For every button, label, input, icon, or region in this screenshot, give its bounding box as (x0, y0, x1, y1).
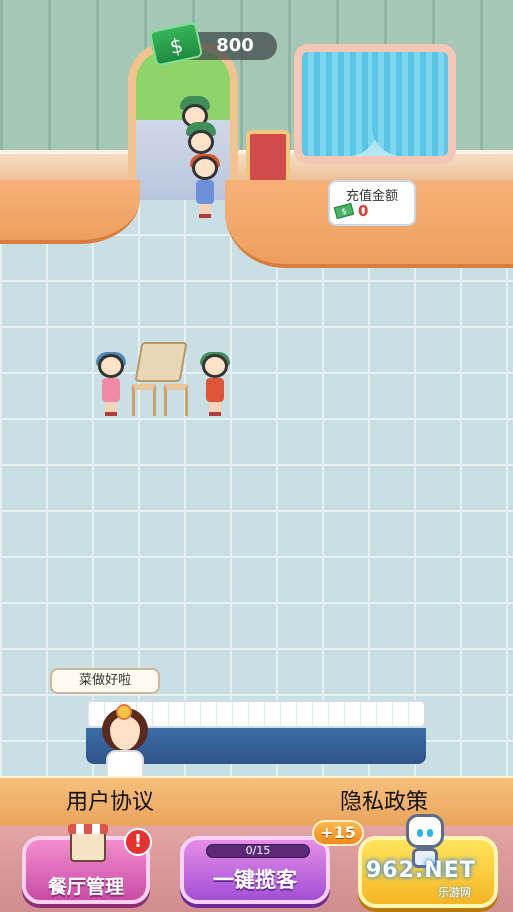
watermark-subtitle: 乐游网 (438, 886, 471, 899)
customer-seated-left[interactable] (96, 352, 126, 416)
invite-progress-text: 0/15 (245, 844, 271, 857)
robot-eye-left (417, 829, 423, 837)
recharge-panel[interactable]: 充值金额 $ 0 (328, 180, 416, 226)
legs (209, 402, 221, 416)
customer-queue-3[interactable] (190, 154, 220, 218)
body (196, 180, 214, 204)
chef-character[interactable] (98, 700, 152, 778)
cash-icon: $ (333, 202, 355, 220)
window-glass (302, 52, 448, 156)
floor-tiles (0, 188, 513, 788)
curtain-left (302, 52, 378, 156)
stool-left (132, 384, 156, 416)
flower-hairpin-icon (116, 704, 132, 720)
dining-table[interactable] (132, 342, 190, 416)
body (102, 378, 120, 402)
invite-bonus-badge: +15 (312, 820, 364, 846)
restaurant-manage-label: 餐厅管理 (47, 876, 124, 898)
curtain-right (372, 52, 448, 156)
head (202, 354, 228, 378)
robot-eye-right (427, 829, 433, 837)
legs (105, 402, 117, 416)
chef-body (106, 750, 144, 778)
body (206, 378, 224, 402)
privacy-policy-link[interactable]: 隐私政策 (340, 784, 428, 816)
stool-right (164, 384, 188, 416)
invite-customers-label: 一键揽客 (213, 868, 297, 892)
head (192, 156, 218, 180)
user-agreement-link[interactable]: 用户协议 (66, 784, 154, 816)
money-value: 800 (216, 35, 254, 56)
shop-icon (68, 824, 108, 862)
robot-head (406, 814, 444, 848)
customer-seated-right[interactable] (200, 352, 230, 416)
alert-badge: ! (124, 828, 152, 856)
invite-progress-bar: 0/15 (206, 844, 310, 858)
invite-customers-button[interactable]: 0/15 一键揽客 (180, 836, 330, 904)
legs (199, 204, 211, 218)
watermark-logo: 962.NET (366, 858, 476, 883)
head (98, 354, 124, 378)
head (188, 130, 214, 154)
chef-speech-bubble: 菜做好啦 (50, 668, 160, 694)
table-top (134, 342, 188, 382)
window (294, 44, 456, 164)
recharge-title: 充值金额 (345, 189, 398, 204)
recharge-value: 0 (358, 202, 369, 220)
